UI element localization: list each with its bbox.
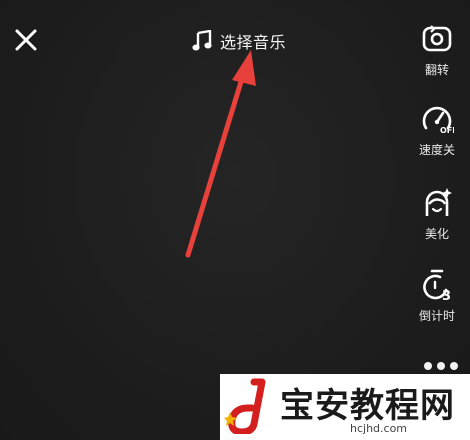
camera-viewfinder: 选择音乐 翻转 OFF 速度关 美化 xyxy=(0,0,470,440)
close-icon xyxy=(15,29,37,51)
timer-button[interactable]: 3 倒计时 xyxy=(412,268,462,324)
close-button[interactable] xyxy=(12,26,40,54)
select-music-button[interactable]: 选择音乐 xyxy=(192,28,286,54)
more-dots-icon xyxy=(424,362,432,370)
watermark-title: 宝安教程网 xyxy=(280,386,455,426)
music-note-icon xyxy=(192,30,212,51)
timer-3s-icon: 3 xyxy=(423,269,451,302)
flip-label: 翻转 xyxy=(424,63,449,77)
beauty-button[interactable]: 美化 xyxy=(412,186,462,242)
more-dots-icon xyxy=(450,362,458,370)
select-music-label: 选择音乐 xyxy=(220,33,287,52)
speed-button[interactable]: OFF 速度关 xyxy=(412,102,462,158)
watermark-url: hcjhd.com xyxy=(350,422,408,435)
more-dots-icon xyxy=(437,362,445,370)
beauty-label: 美化 xyxy=(424,227,449,241)
flip-camera-button[interactable]: 翻转 xyxy=(412,22,462,78)
speed-off-icon: OFF xyxy=(422,106,454,135)
flip-camera-icon xyxy=(422,25,452,52)
timer-label: 倒计时 xyxy=(418,309,455,323)
more-options-button[interactable] xyxy=(424,362,458,374)
svg-text:3: 3 xyxy=(442,289,451,302)
speed-label: 速度关 xyxy=(418,143,455,157)
site-logo xyxy=(224,378,266,434)
watermark: 宝安教程网 hcjhd.com xyxy=(220,374,470,440)
svg-text:OFF: OFF xyxy=(440,126,454,135)
beauty-face-icon xyxy=(425,188,452,216)
